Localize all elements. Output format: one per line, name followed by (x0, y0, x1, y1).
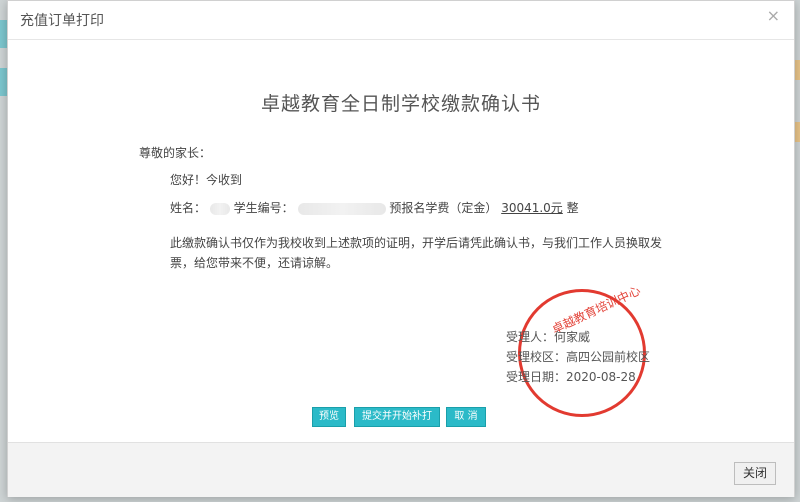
close-button[interactable]: 关闭 (734, 462, 776, 485)
submit-reprint-button[interactable]: 提交并开始补打 (354, 407, 440, 427)
document-title: 卓越教育全日制学校缴款确认书 (260, 93, 541, 115)
handler-line: 受理人：何家威 (506, 330, 591, 344)
dialog-footer (8, 442, 794, 497)
print-dialog: 充值订单打印 × 卓越教育全日制学校缴款确认书 尊敬的家长： 您好！今收到 姓名… (7, 0, 795, 497)
cancel-button[interactable]: 取 消 (446, 407, 486, 427)
name-label: 姓名： (170, 201, 207, 215)
close-icon[interactable]: × (767, 6, 780, 25)
redacted-student-id (297, 202, 386, 215)
redacted-name (209, 202, 230, 215)
student-id-label: 学生编号： (233, 201, 294, 215)
date-line: 受理日期：2020-08-28 (506, 370, 636, 384)
salutation: 尊敬的家长： (139, 146, 212, 160)
payment-line: 姓名： 学生编号： 预报名学费（定金） 30041.0元 整 (170, 199, 579, 216)
dialog-title: 充值订单打印 (20, 13, 104, 29)
preview-button[interactable]: 预览 (312, 407, 346, 427)
amount-suffix: 整 (566, 201, 579, 215)
campus-line: 受理校区：高四公园前校区 (506, 350, 651, 364)
greeting: 您好！今收到 (170, 173, 243, 187)
fee-label: 预报名学费（定金） (389, 201, 498, 215)
amount-value: 30041.0元 (501, 201, 563, 215)
notice-paragraph: 此缴款确认书仅作为我校收到上述款项的证明，开学后请凭此确认书，与我们工作人员换取… (170, 236, 663, 270)
dialog-header: 充值订单打印 × (8, 1, 794, 40)
